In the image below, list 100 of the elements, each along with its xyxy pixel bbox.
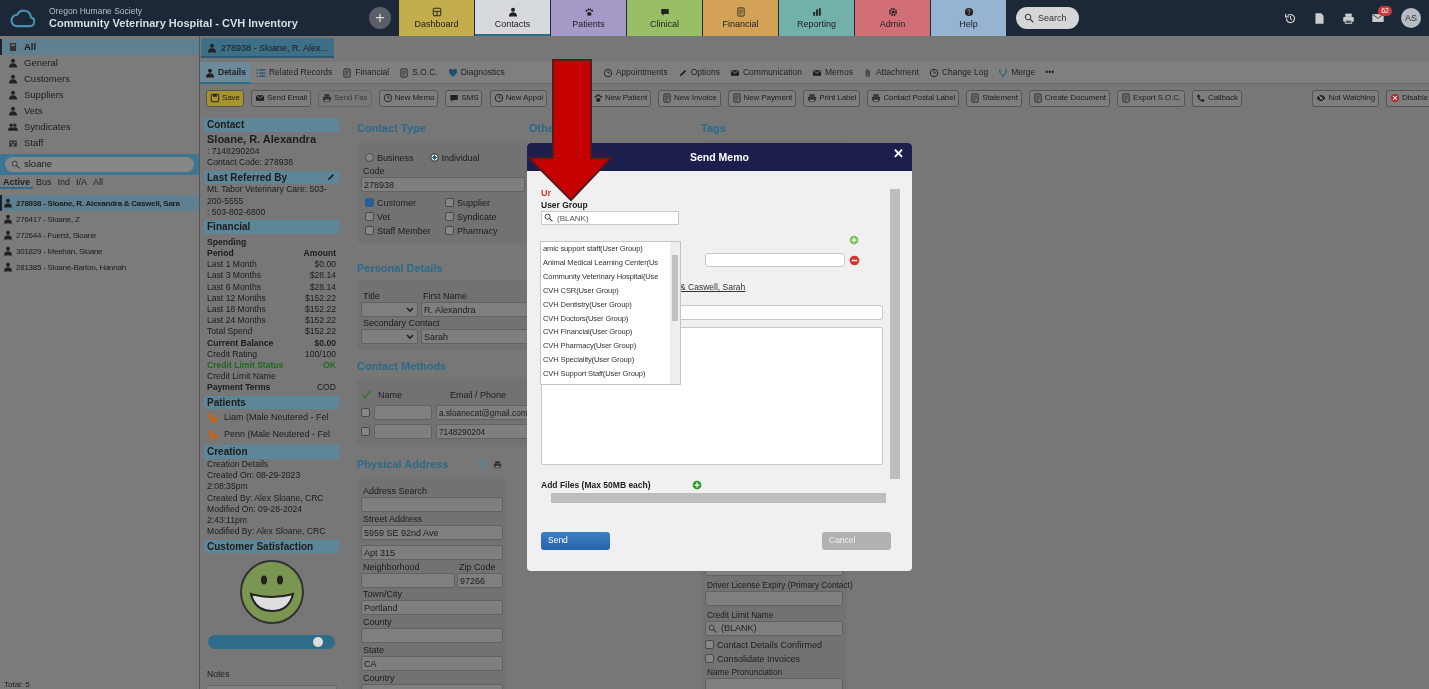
text-field[interactable] (705, 253, 845, 267)
row-checkbox[interactable] (361, 407, 370, 417)
name-field[interactable] (374, 404, 432, 420)
detail-tab[interactable]: Options (672, 61, 725, 84)
nav-tab[interactable]: Admin (855, 0, 930, 36)
toolbar-button[interactable]: New Payment (727, 89, 797, 107)
toolbar-button[interactable]: Contact Postal Label (867, 89, 960, 107)
radio-option[interactable]: Individual (429, 150, 480, 165)
satisfaction-slider[interactable] (208, 635, 335, 650)
result-item[interactable]: 301829 - Meehan, Sloane (0, 243, 199, 260)
search-button[interactable]: Search (1016, 7, 1079, 29)
detail-tab[interactable]: Attachment (857, 61, 924, 84)
toolbar-button[interactable]: New Invoice (658, 89, 721, 107)
dropdown-select[interactable] (361, 302, 418, 318)
row-checkbox[interactable] (361, 426, 370, 436)
nav-tab[interactable]: Financial (703, 0, 778, 36)
result-item[interactable]: 276417 - Sloane, Z (0, 211, 199, 228)
text-field[interactable]: Apt 315 (361, 544, 503, 560)
scrollbar[interactable] (551, 492, 886, 503)
nav-tab[interactable]: Reporting (779, 0, 854, 36)
lookup-field[interactable]: (BLANK) (705, 620, 843, 636)
checkbox-option[interactable]: Supplier (445, 195, 525, 210)
send-button[interactable]: Send (541, 531, 610, 550)
result-item[interactable]: 281385 - Sloane-Barton, Hannah (0, 259, 199, 276)
record-tab[interactable]: 278938 - Sloane, R. Alex... (201, 38, 335, 58)
detail-tab[interactable]: Appointments (597, 61, 673, 84)
filter-tab[interactable]: I/A (73, 175, 91, 190)
nav-tab[interactable]: Contacts (475, 0, 550, 36)
toolbar-button[interactable]: New Patient (589, 89, 652, 107)
detail-tab[interactable]: Change Log (923, 61, 994, 84)
detail-tab[interactable]: Financial (337, 61, 395, 84)
detail-tab[interactable]: S.O.C. (394, 61, 443, 84)
toolbar-button[interactable]: Send Email (251, 89, 311, 107)
patient-link[interactable]: Penn (Male Neutered - Fel (224, 429, 331, 440)
pencil-icon[interactable] (326, 172, 336, 183)
category-item[interactable]: Syndicates (0, 119, 199, 135)
check-icon[interactable] (361, 389, 372, 401)
category-item[interactable]: All (0, 39, 199, 55)
add-icon[interactable] (692, 479, 702, 490)
search-field[interactable]: sloane (5, 157, 194, 172)
filter-tab[interactable]: Bus (33, 175, 55, 190)
text-field[interactable]: CA (361, 655, 503, 671)
toolbar-button[interactable]: SMS (445, 89, 483, 107)
dropdown-select[interactable] (361, 329, 418, 345)
result-item[interactable]: 272644 - Fuerst, Sloane (0, 227, 199, 244)
toolbar-button[interactable]: Print Label (803, 89, 861, 107)
category-item[interactable]: Suppliers (0, 87, 199, 103)
category-item[interactable]: Vets (0, 103, 199, 119)
nav-tab[interactable]: Help (931, 0, 1006, 36)
nav-tab[interactable]: Patients (551, 0, 626, 36)
checkbox-option[interactable]: Pharmacy (445, 223, 525, 238)
text-field[interactable] (361, 572, 455, 588)
toolbar-button[interactable]: Export S.O.C. (1117, 89, 1186, 107)
envelope-icon[interactable] (1371, 11, 1385, 25)
toolbar-button[interactable]: Not Watching (1312, 89, 1379, 107)
text-field[interactable] (361, 627, 503, 643)
detail-tab[interactable]: ••• (1040, 61, 1060, 84)
toolbar-button[interactable]: Disable (1386, 89, 1429, 107)
remove-icon[interactable] (849, 254, 860, 266)
category-item[interactable]: Customers (0, 71, 199, 87)
scrollbar[interactable] (890, 189, 900, 479)
filter-tab[interactable]: All (90, 175, 107, 190)
text-field[interactable] (705, 677, 843, 689)
result-item[interactable]: 278938 - Sloane, R. Alexandra & Caswell, Sara (0, 195, 199, 212)
checkbox-option[interactable]: Vet (365, 209, 445, 224)
document-icon[interactable] (1313, 11, 1326, 25)
add-button[interactable]: + (369, 7, 391, 29)
toolbar-button[interactable]: New Appoi (489, 89, 547, 107)
checkbox-option[interactable]: Contact Details Confirmed (705, 637, 843, 652)
detail-tab[interactable]: Merge (993, 61, 1041, 84)
add-icon[interactable] (849, 235, 859, 245)
toolbar-button[interactable]: Callback (1192, 89, 1242, 107)
checkbox-option[interactable]: Staff Member (365, 223, 445, 238)
user-group-field[interactable]: (BLANK) (541, 211, 679, 225)
slider-thumb[interactable] (312, 637, 323, 648)
detail-tab[interactable]: Memos (807, 61, 858, 84)
location-pin-icon[interactable] (477, 459, 487, 470)
checkbox-option[interactable]: Customer (365, 195, 445, 210)
printer-icon[interactable] (1342, 11, 1355, 25)
toolbar-button[interactable]: Statement (966, 89, 1022, 107)
nav-tab[interactable]: Dashboard (399, 0, 474, 36)
history-icon[interactable] (1284, 11, 1297, 25)
radio-option[interactable]: Business (365, 150, 414, 165)
detail-tab[interactable]: Communication (724, 61, 807, 84)
checkbox-option[interactable]: Consolidate Invoices (705, 651, 843, 666)
category-item[interactable]: General (0, 55, 199, 71)
name-field[interactable] (374, 423, 432, 439)
patient-link[interactable]: Liam (Male Neutered - Fel (224, 412, 329, 423)
filter-tab[interactable]: Active (0, 175, 33, 190)
detail-tab[interactable]: Details (200, 61, 251, 84)
close-button[interactable]: ✕ (891, 147, 906, 162)
code-field[interactable]: 278938 (361, 176, 525, 192)
text-field[interactable] (705, 590, 843, 606)
category-item[interactable]: Staff (0, 135, 199, 151)
scrollbar[interactable] (670, 242, 680, 384)
text-field[interactable] (361, 496, 503, 512)
detail-tab[interactable]: Related Records (250, 61, 338, 84)
filter-tab[interactable]: Ind (54, 175, 74, 190)
toolbar-button[interactable]: Save (206, 89, 244, 107)
user-avatar[interactable]: AS (1401, 8, 1421, 28)
